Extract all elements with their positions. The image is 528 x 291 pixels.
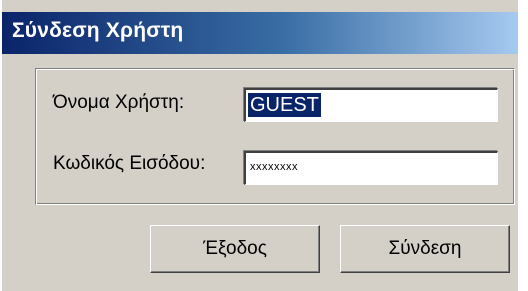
login-button-label: Σύνδεση	[388, 238, 462, 259]
exit-button-label: Έξοδος	[203, 238, 267, 259]
login-dialog: Σύνδεση Χρήστη Όνομα Χρήστη: GUEST Κωδικ…	[0, 0, 518, 291]
window-title: Σύνδεση Χρήστη	[12, 19, 184, 42]
exit-button[interactable]: Έξοδος	[150, 225, 320, 273]
password-value: xxxxxxxx	[250, 161, 298, 173]
username-label: Όνομα Χρήστη:	[53, 92, 185, 113]
password-field[interactable]: xxxxxxxx	[244, 151, 498, 185]
title-bar[interactable]: Σύνδεση Χρήστη	[2, 12, 518, 54]
username-field[interactable]: GUEST	[244, 88, 498, 122]
login-button[interactable]: Σύνδεση	[340, 225, 510, 273]
username-value: GUEST	[248, 93, 321, 117]
password-label: Κωδικός Εισόδου:	[53, 153, 206, 174]
